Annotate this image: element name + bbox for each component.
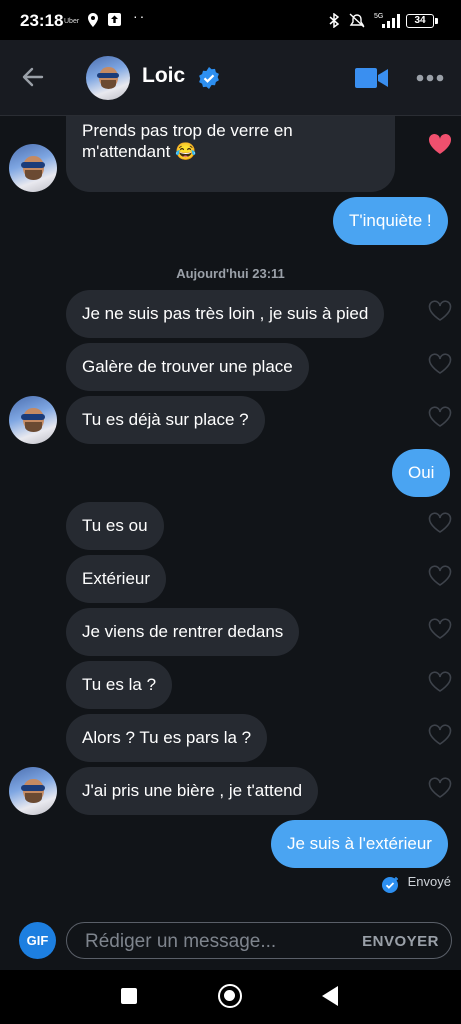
message-bubble-incoming[interactable]: Je viens de rentrer dedans bbox=[66, 608, 300, 656]
send-button[interactable]: ENVOYER bbox=[362, 933, 439, 950]
message-bubble-incoming[interactable]: Tu es ou bbox=[66, 502, 164, 550]
message-input[interactable]: Rédiger un message... ENVOYER bbox=[66, 922, 452, 959]
message-bubble-incoming[interactable]: Tu es déjà sur place ? bbox=[66, 396, 265, 444]
like-heart-icon[interactable] bbox=[428, 300, 452, 322]
more-options-icon[interactable] bbox=[416, 74, 444, 82]
message-bubble-incoming[interactable]: Extérieur bbox=[66, 555, 167, 603]
message-input-placeholder: Rédiger un message... bbox=[85, 931, 277, 952]
gif-button[interactable]: GIF bbox=[19, 922, 56, 959]
message-bubble-outgoing[interactable]: T'inquiète ! bbox=[333, 197, 448, 245]
battery-icon: 34 bbox=[406, 14, 438, 28]
status-time: 23:18 bbox=[20, 11, 64, 30]
sent-status: Envoyé bbox=[407, 874, 451, 889]
message-bubble-outgoing[interactable]: Oui bbox=[392, 449, 451, 497]
message-bubble-incoming[interactable]: Alors ? Tu es pars la ? bbox=[66, 714, 268, 762]
more-notifications-icon: ·· bbox=[133, 8, 147, 24]
like-heart-icon[interactable] bbox=[428, 777, 452, 799]
recent-apps-icon[interactable] bbox=[121, 988, 137, 1004]
status-bar: 23:18 Uber ·· 5G 34 bbox=[0, 0, 461, 40]
verified-badge-icon bbox=[199, 67, 219, 89]
contact-name[interactable]: Loic bbox=[142, 64, 185, 88]
home-icon[interactable] bbox=[218, 984, 242, 1008]
system-navigation-bar bbox=[0, 970, 461, 1024]
message-bubble-outgoing[interactable]: Je suis à l'extérieur bbox=[271, 820, 448, 868]
message-bubble-incoming[interactable]: J'ai pris une bière , je t'attend bbox=[66, 767, 319, 815]
upload-notification-icon bbox=[108, 13, 121, 29]
like-heart-icon[interactable] bbox=[428, 353, 452, 375]
location-icon bbox=[88, 13, 98, 30]
contact-avatar[interactable] bbox=[86, 56, 130, 100]
like-heart-icon[interactable] bbox=[428, 618, 452, 640]
message-bubble-incoming[interactable]: Tu es la ? bbox=[66, 661, 173, 709]
message-bubble-incoming[interactable]: Prends pas trop de verre en m'attendant … bbox=[66, 116, 395, 192]
liked-heart-icon[interactable] bbox=[428, 133, 452, 155]
silent-icon bbox=[348, 13, 366, 31]
chat-header: Loic bbox=[0, 40, 461, 116]
like-heart-icon[interactable] bbox=[428, 406, 452, 428]
uber-notification-icon: Uber bbox=[64, 18, 80, 25]
message-composer: GIF Rédiger un message... ENVOYER bbox=[0, 910, 461, 970]
bluetooth-icon bbox=[329, 12, 340, 31]
like-heart-icon[interactable] bbox=[428, 724, 452, 746]
like-heart-icon[interactable] bbox=[428, 671, 452, 693]
sender-avatar[interactable] bbox=[9, 396, 57, 444]
like-heart-icon[interactable] bbox=[428, 512, 452, 534]
system-back-icon[interactable] bbox=[322, 986, 338, 1006]
message-bubble-incoming[interactable]: Galère de trouver une place bbox=[66, 343, 309, 391]
back-arrow-icon[interactable] bbox=[18, 62, 48, 92]
like-heart-icon[interactable] bbox=[428, 565, 452, 587]
sender-avatar[interactable] bbox=[9, 767, 57, 815]
signal-icon bbox=[382, 14, 402, 31]
video-call-icon[interactable] bbox=[355, 66, 389, 90]
sender-avatar[interactable] bbox=[9, 144, 57, 192]
date-separator: Aujourd'hui 23:11 bbox=[176, 266, 285, 281]
message-bubble-incoming[interactable]: Je ne suis pas très loin , je suis à pie… bbox=[66, 290, 385, 338]
sent-check-icon bbox=[382, 877, 398, 893]
